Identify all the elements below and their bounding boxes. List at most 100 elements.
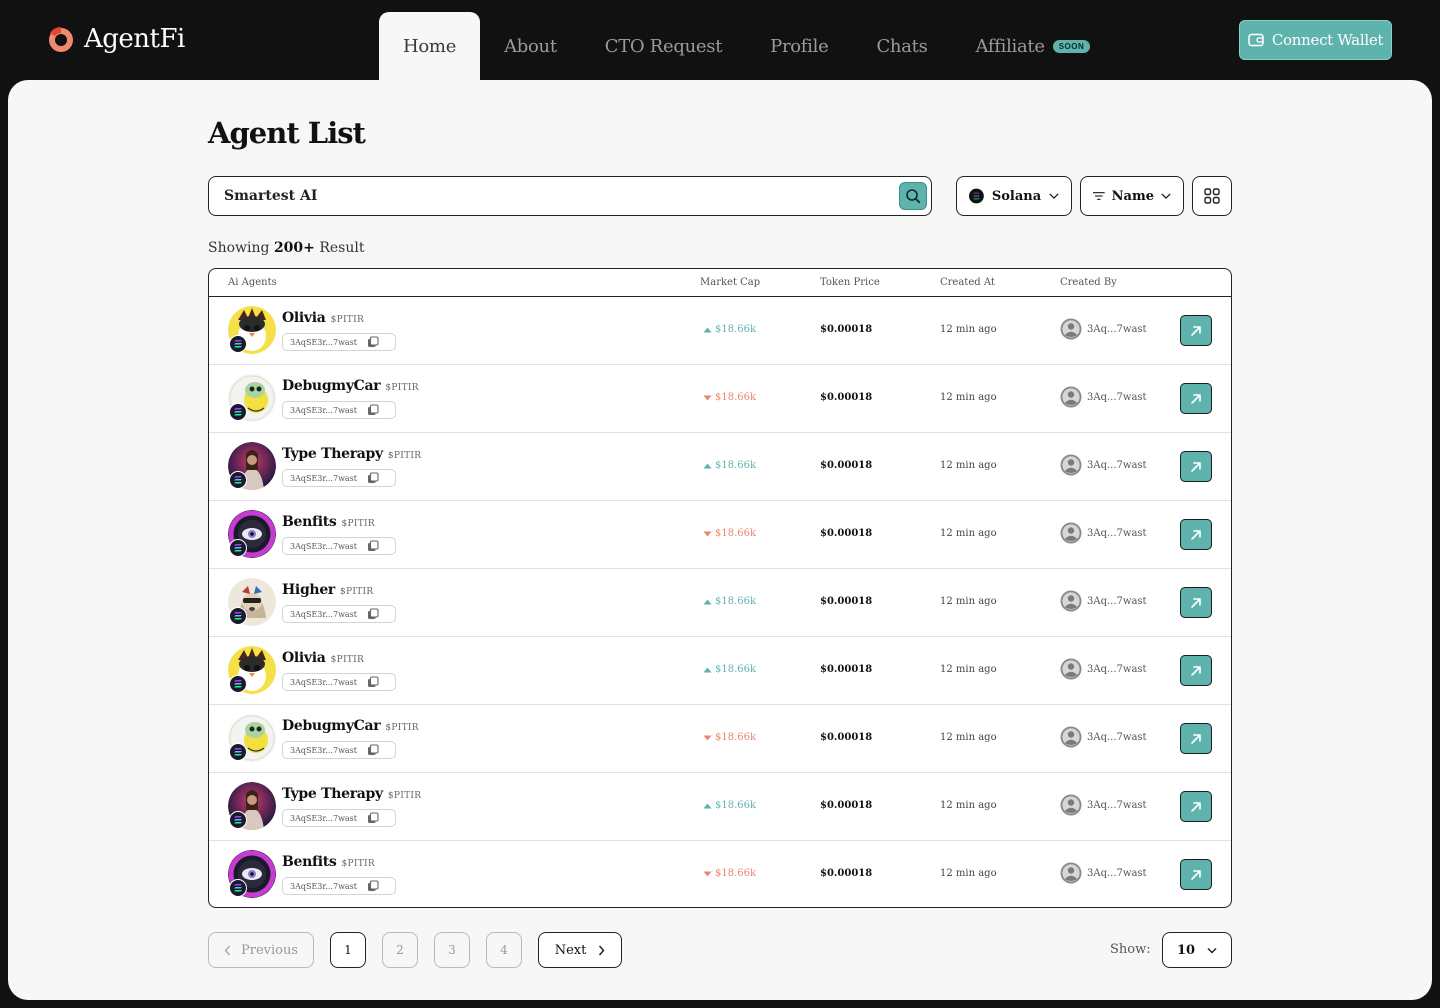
nav-about-label: About	[504, 35, 557, 57]
logo[interactable]: AgentFi	[46, 24, 185, 54]
copy-icon[interactable]	[367, 812, 379, 824]
trend-up-icon	[703, 327, 712, 332]
creator-address: 3Aq...7wast	[1087, 459, 1147, 471]
created-by[interactable]: 3Aq...7wast	[1060, 726, 1147, 748]
table-row[interactable]: Olivia $PITIR 3AqSE3r...7wast $18.66k $0.000…	[209, 637, 1231, 705]
creator-address: 3Aq...7wast	[1087, 527, 1147, 539]
open-agent-button[interactable]	[1180, 451, 1212, 482]
agent-name[interactable]: Olivia $PITIR	[282, 310, 364, 326]
agent-name[interactable]: Olivia $PITIR	[282, 650, 364, 666]
table-row[interactable]: Type Therapy $PITIR 3AqSE3r...7wast $18.66k…	[209, 433, 1231, 501]
open-agent-button[interactable]	[1180, 723, 1212, 754]
page-1-button[interactable]: 1	[330, 932, 366, 968]
sort-select[interactable]: Name	[1080, 176, 1184, 216]
table-row[interactable]: Benfits $PITIR 3AqSE3r...7wast $18.66k $0.00…	[209, 841, 1231, 907]
previous-page-button[interactable]: Previous	[208, 932, 314, 968]
contract-address-text: 3AqSE3r...7wast	[290, 881, 357, 891]
open-agent-button[interactable]	[1180, 791, 1212, 822]
page-4-button[interactable]: 4	[486, 932, 522, 968]
search-button[interactable]	[899, 182, 927, 210]
copy-icon[interactable]	[367, 880, 379, 892]
nav-affiliate[interactable]: Affiliate SOON	[952, 12, 1115, 80]
trend-down-icon	[703, 735, 712, 740]
agent-name[interactable]: Benfits $PITIR	[282, 854, 375, 870]
copy-icon[interactable]	[367, 404, 379, 416]
solana-icon	[234, 476, 242, 484]
nav-cto-request[interactable]: CTO Request	[581, 12, 746, 80]
copy-icon[interactable]	[367, 472, 379, 484]
col-token-price: Token Price	[820, 277, 880, 288]
user-avatar-icon	[1060, 454, 1082, 476]
contract-address: 3AqSE3r...7wast	[282, 673, 396, 691]
agent-name[interactable]: DebugmyCar $PITIR	[282, 718, 419, 734]
created-by[interactable]: 3Aq...7wast	[1060, 862, 1147, 884]
arrow-up-right-icon	[1191, 529, 1201, 540]
created-by[interactable]: 3Aq...7wast	[1060, 658, 1147, 680]
open-agent-button[interactable]	[1180, 315, 1212, 346]
agent-ticker: $PITIR	[330, 655, 365, 665]
contract-address: 3AqSE3r...7wast	[282, 401, 396, 419]
user-avatar-icon	[1060, 318, 1082, 340]
open-agent-button[interactable]	[1180, 519, 1212, 550]
nav-chats[interactable]: Chats	[852, 12, 951, 80]
table-row[interactable]: Type Therapy $PITIR 3AqSE3r...7wast $18.66k…	[209, 773, 1231, 841]
user-avatar-icon	[1060, 386, 1082, 408]
chevron-left-icon	[224, 945, 231, 955]
search-input[interactable]	[224, 188, 864, 204]
next-page-button[interactable]: Next	[538, 932, 622, 968]
chain-badge	[229, 471, 247, 489]
nav-about[interactable]: About	[480, 12, 581, 80]
open-agent-button[interactable]	[1180, 383, 1212, 414]
chain-select[interactable]: Solana	[956, 176, 1072, 216]
copy-icon[interactable]	[367, 676, 379, 688]
open-agent-button[interactable]	[1180, 655, 1212, 686]
agent-name[interactable]: Type Therapy $PITIR	[282, 786, 421, 802]
contract-address: 3AqSE3r...7wast	[282, 877, 396, 895]
nav-profile[interactable]: Profile	[746, 12, 852, 80]
filter-icon	[1093, 192, 1105, 200]
table-row[interactable]: DebugmyCar $PITIR 3AqSE3r...7wast $18.66k $0…	[209, 705, 1231, 773]
sort-select-value: Name	[1111, 188, 1154, 204]
copy-icon[interactable]	[367, 744, 379, 756]
agent-name[interactable]: DebugmyCar $PITIR	[282, 378, 419, 394]
page-2-button[interactable]: 2	[382, 932, 418, 968]
created-by[interactable]: 3Aq...7wast	[1060, 794, 1147, 816]
agent-name[interactable]: Type Therapy $PITIR	[282, 446, 421, 462]
agents-table: Ai Agents Market Cap Token Price Created…	[208, 268, 1232, 908]
nav-home[interactable]: Home	[379, 12, 481, 80]
created-by[interactable]: 3Aq...7wast	[1060, 590, 1147, 612]
created-by[interactable]: 3Aq...7wast	[1060, 454, 1147, 476]
solana-icon	[234, 544, 242, 552]
agent-name[interactable]: Benfits $PITIR	[282, 514, 375, 530]
table-row[interactable]: Olivia $PITIR 3AqSE3r...7wast $18.66k $0.000…	[209, 297, 1231, 365]
copy-icon[interactable]	[367, 608, 379, 620]
arrow-up-right-icon	[1191, 597, 1201, 608]
created-by[interactable]: 3Aq...7wast	[1060, 522, 1147, 544]
agent-name[interactable]: Higher $PITIR	[282, 582, 373, 598]
page-size-select[interactable]: 10	[1162, 932, 1232, 968]
grid-view-button[interactable]	[1192, 176, 1232, 216]
page-size-value: 10	[1177, 942, 1196, 958]
chevron-down-icon	[1161, 193, 1171, 200]
top-bar: AgentFi Home About CTO Request Profile C…	[0, 0, 1440, 80]
nav-chats-label: Chats	[876, 35, 928, 57]
token-price: $0.00018	[820, 596, 873, 607]
agent-name-text: Higher	[282, 582, 335, 598]
creator-address: 3Aq...7wast	[1087, 867, 1147, 879]
created-by[interactable]: 3Aq...7wast	[1060, 386, 1147, 408]
open-agent-button[interactable]	[1180, 587, 1212, 618]
created-by[interactable]: 3Aq...7wast	[1060, 318, 1147, 340]
table-row[interactable]: Higher $PITIR 3AqSE3r...7wast $18.66k $0.000…	[209, 569, 1231, 637]
table-row[interactable]: DebugmyCar $PITIR 3AqSE3r...7wast $18.66k $0…	[209, 365, 1231, 433]
chain-badge	[229, 675, 247, 693]
contract-address-text: 3AqSE3r...7wast	[290, 473, 357, 483]
solana-icon	[234, 408, 242, 416]
trend-up-icon	[703, 599, 712, 604]
copy-icon[interactable]	[367, 336, 379, 348]
connect-wallet-button[interactable]: Connect Wallet	[1239, 20, 1392, 60]
open-agent-button[interactable]	[1180, 859, 1212, 890]
table-row[interactable]: Benfits $PITIR 3AqSE3r...7wast $18.66k $0.00…	[209, 501, 1231, 569]
page-3-button[interactable]: 3	[434, 932, 470, 968]
market-cap-value: $18.66k	[715, 392, 757, 403]
copy-icon[interactable]	[367, 540, 379, 552]
